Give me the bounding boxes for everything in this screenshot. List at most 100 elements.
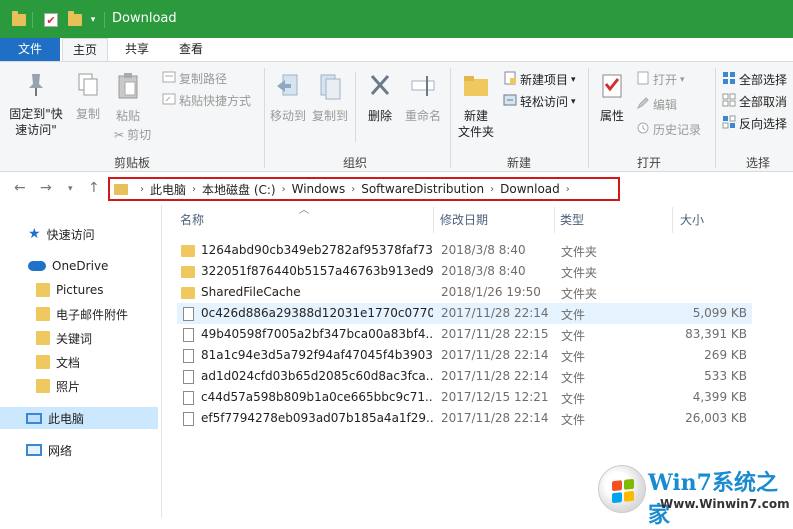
table-row[interactable]: 1264abd90cb349eb2782af95378faf73 2018/3/8… [177, 240, 752, 261]
nav-this-pc[interactable]: 此电脑 [0, 407, 158, 429]
properties-button[interactable]: 属性 [594, 72, 630, 124]
nav-quick-access[interactable]: ★ 快速访问 [28, 223, 95, 245]
paste-button[interactable]: 粘贴 [110, 72, 146, 124]
new-folder-quick-icon[interactable] [66, 10, 84, 30]
cut-button[interactable]: ✂ 剪切 [114, 127, 151, 143]
breadcrumb-chevron-icon[interactable]: › [140, 184, 144, 195]
file-type: 文件 [561, 413, 586, 427]
table-row[interactable]: 49b40598f7005a2bf347bca00a83bf4... 2017/1… [177, 324, 752, 345]
file-type: 文件夹 [561, 287, 598, 301]
open-button[interactable]: 打开 ▾ [636, 71, 685, 89]
breadcrumb-windows[interactable]: Windows [292, 182, 346, 196]
up-arrow-icon[interactable]: ↑ [88, 180, 100, 196]
tab-share[interactable]: 共享 [112, 38, 162, 62]
folder-icon [36, 283, 50, 297]
table-row[interactable]: 0c426d886a29388d12031e1770c0770... 2017/1… [177, 303, 752, 324]
tab-view[interactable]: 查看 [166, 38, 216, 62]
table-row[interactable]: ef5f7794278eb093ad07b185a4a1f29... 2017/1… [177, 408, 752, 429]
invert-selection-button[interactable]: 反向选择 [722, 115, 787, 133]
tab-home[interactable]: 主页 [62, 38, 108, 62]
column-header-date[interactable]: 修改日期 [440, 211, 488, 228]
select-group-label: 选择 [745, 156, 770, 170]
file-size: 269 KB [704, 348, 747, 362]
column-separator[interactable] [554, 207, 555, 233]
paste-shortcut-label: 粘贴快捷方式 [179, 94, 252, 108]
nav-label: Pictures [56, 283, 104, 297]
breadcrumb-chevron-icon[interactable]: › [566, 184, 570, 195]
paste-icon [110, 72, 146, 104]
new-item-button[interactable]: 新建项目 ▾ [503, 71, 576, 89]
breadcrumb-this-pc[interactable]: 此电脑 [150, 181, 186, 198]
copy-button[interactable]: 复制 [70, 72, 106, 122]
tab-file[interactable]: 文件 [0, 38, 60, 62]
edit-button[interactable]: 编辑 [636, 96, 677, 114]
nav-onedrive-keywords[interactable]: 关键词 [36, 327, 92, 349]
file-icon [183, 370, 194, 384]
new-folder-button[interactable]: 新建 文件夹 [454, 72, 498, 140]
table-row[interactable]: ad1d024cfd03b65d2085c60d8ac3fca... 2017/1… [177, 366, 752, 387]
windows-logo-icon [598, 465, 646, 513]
network-icon [26, 444, 42, 456]
cloud-icon [28, 261, 46, 271]
table-row[interactable]: 322051f876440b5157a46763b913ed93 2018/3/8… [177, 261, 752, 282]
easy-access-label: 轻松访问 [520, 95, 569, 109]
quick-access-dropdown-icon[interactable]: ▾ [86, 10, 100, 30]
nav-label: 快速访问 [46, 227, 95, 242]
breadcrumb-chevron-icon[interactable]: › [192, 184, 196, 195]
select-none-icon [722, 93, 736, 111]
file-icon [183, 391, 194, 405]
nav-onedrive-pictures[interactable]: Pictures [36, 279, 104, 301]
star-icon: ★ [28, 226, 41, 242]
nav-onedrive-documents[interactable]: 文档 [36, 351, 80, 373]
column-separator[interactable] [433, 207, 434, 233]
forward-arrow-icon[interactable]: → [40, 180, 52, 196]
breadcrumb-chevron-icon[interactable]: › [351, 184, 355, 195]
file-name: 81a1c94e3d5a792f94af47045f4b3903... [201, 348, 433, 362]
select-none-button[interactable]: 全部取消 [722, 93, 787, 111]
recent-locations-chevron-icon[interactable]: ▾ [68, 184, 73, 194]
pin-quick-access-button[interactable]: 固定到"快 速访问" [6, 72, 66, 138]
file-date: 2017/11/28 22:14 [441, 369, 549, 383]
delete-button[interactable]: 删除 [362, 72, 398, 124]
move-to-label: 移动到 [269, 109, 306, 123]
properties-quick-icon[interactable]: ✔ [42, 10, 60, 30]
properties-label: 属性 [599, 109, 624, 123]
file-type: 文件 [561, 392, 586, 406]
column-header-type[interactable]: 类型 [560, 211, 584, 228]
table-row[interactable]: 81a1c94e3d5a792f94af47045f4b3903... 2017/… [177, 345, 752, 366]
file-size: 26,003 KB [685, 411, 747, 425]
copy-path-label: 复制路径 [179, 72, 228, 86]
open-icon [636, 71, 650, 89]
file-type: 文件 [561, 329, 586, 343]
open-group-label: 打开 [636, 156, 661, 170]
file-name: ef5f7794278eb093ad07b185a4a1f29... [201, 411, 433, 425]
easy-access-button[interactable]: 轻松访问 ▾ [503, 93, 576, 111]
column-separator[interactable] [672, 207, 673, 233]
breadcrumb-download[interactable]: Download [500, 182, 560, 196]
breadcrumb-chevron-icon[interactable]: › [490, 184, 494, 195]
file-date: 2018/3/8 8:40 [441, 264, 526, 278]
table-row[interactable]: SharedFileCache 2018/1/26 19:50 文件夹 [177, 282, 752, 303]
nav-onedrive[interactable]: OneDrive [28, 255, 108, 277]
paste-shortcut-button[interactable]: 粘贴快捷方式 [162, 93, 251, 109]
rename-button[interactable]: 重命名 [402, 72, 444, 124]
copy-to-button[interactable]: 复制到 [310, 72, 350, 124]
nav-onedrive-email-attachments[interactable]: 电子邮件附件 [36, 303, 128, 325]
nav-onedrive-photos[interactable]: 照片 [36, 375, 80, 397]
back-arrow-icon[interactable]: ← [14, 180, 26, 196]
breadcrumb-softwaredistribution[interactable]: SoftwareDistribution [361, 182, 484, 196]
table-row[interactable]: c44d57a598b809b1a0ce665bbc9c71... 2017/12… [177, 387, 752, 408]
breadcrumb-local-disk[interactable]: 本地磁盘 (C:) [202, 181, 276, 198]
breadcrumb-chevron-icon[interactable]: › [282, 184, 286, 195]
history-button[interactable]: 历史记录 [636, 121, 701, 139]
file-name: 0c426d886a29388d12031e1770c0770... [201, 306, 433, 320]
file-date: 2018/3/8 8:40 [441, 243, 526, 257]
move-to-button[interactable]: 移动到 [268, 72, 308, 124]
folder-icon [10, 10, 28, 30]
address-bar[interactable]: › 此电脑 › 本地磁盘 (C:) › Windows › SoftwareDi… [108, 177, 620, 201]
copy-path-button[interactable]: 复制路径 [162, 71, 227, 87]
select-all-button[interactable]: 全部选择 [722, 71, 787, 89]
nav-network[interactable]: 网络 [26, 439, 72, 461]
column-header-size[interactable]: 大小 [680, 211, 704, 228]
column-header-name[interactable]: 名称 [180, 211, 204, 228]
